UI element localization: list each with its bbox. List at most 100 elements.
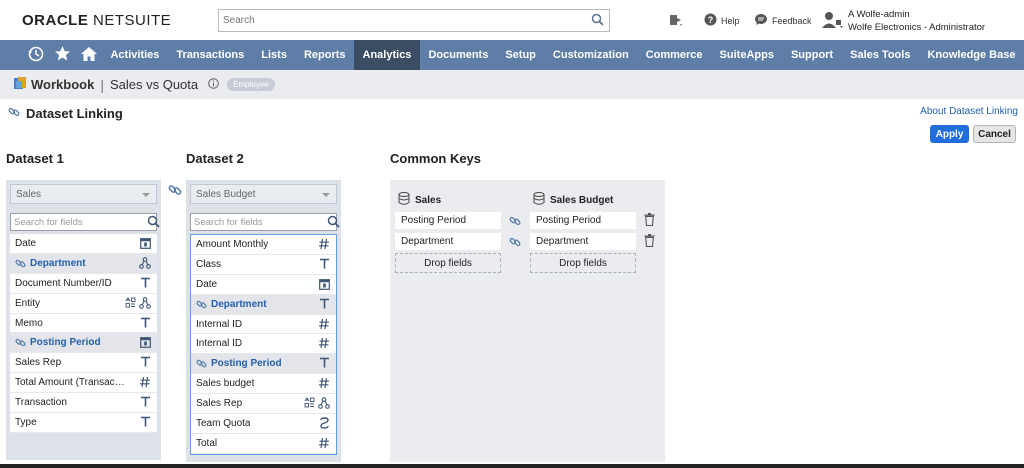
field-row[interactable]: Sales Rep [10, 353, 157, 374]
search-icon[interactable] [591, 13, 604, 29]
dataset-1-panel: Sales Search for fields Date Department Do… [6, 180, 161, 460]
dataset-2-field-list: Amount Monthly Class Date Department Interna… [190, 234, 337, 455]
field-row[interactable]: Memo [10, 313, 157, 334]
key-right-field[interactable]: Department [530, 233, 636, 250]
trash-icon[interactable] [644, 213, 655, 229]
field-row[interactable]: Entity [10, 293, 157, 314]
database-icon [533, 192, 545, 208]
field-label: Total Amount (Transaction... [15, 377, 127, 389]
workbook-icon [13, 76, 27, 93]
field-row[interactable]: Total Amount (Transaction... [10, 373, 157, 394]
field-row[interactable]: Sales budget [191, 374, 336, 395]
text-type-icon [319, 258, 330, 269]
dataset-2-field-search[interactable]: Search for fields [190, 213, 345, 231]
calendar-icon [140, 336, 151, 349]
field-row[interactable]: Date [10, 234, 157, 254]
info-icon[interactable] [208, 77, 219, 92]
search-icon[interactable] [147, 215, 160, 231]
drop-zone-right[interactable]: Drop fields [530, 253, 636, 273]
field-label: Transaction [15, 397, 67, 409]
trash-icon[interactable] [644, 234, 655, 250]
field-row[interactable]: Type [10, 413, 157, 433]
dataset-1-select[interactable]: Sales [10, 184, 157, 204]
text-type-icon [140, 416, 151, 427]
recent-records-menu[interactable] [668, 13, 684, 29]
number-icon [318, 377, 330, 389]
dataset-2-search-input[interactable]: Search for fields [190, 213, 337, 231]
nav-activities[interactable]: Activities [102, 40, 168, 70]
field-row[interactable]: Internal ID [191, 314, 336, 335]
nav-home[interactable] [76, 40, 102, 70]
text-type-icon [140, 317, 151, 328]
user-info[interactable]: A Wolfe-admin Wolfe Electronics - Admini… [848, 8, 985, 34]
help-label: Help [721, 15, 740, 26]
dataset-1-field-search[interactable]: Search for fields [10, 213, 165, 231]
field-row[interactable]: Amount Monthly [191, 235, 336, 255]
field-label: Type [15, 416, 37, 428]
nav-commerce[interactable]: Commerce [637, 40, 711, 70]
home-icon [80, 46, 98, 65]
field-row[interactable]: Department [10, 253, 157, 274]
field-row[interactable]: Sales Rep [191, 394, 336, 415]
link-icon [15, 258, 30, 269]
nav-customization[interactable]: Customization [544, 40, 637, 70]
key-left-field[interactable]: Department [395, 233, 501, 250]
nav-documents[interactable]: Documents [420, 40, 497, 70]
field-label: Sales Rep [196, 398, 243, 410]
field-row[interactable]: Date [191, 274, 336, 295]
nav-recent[interactable] [23, 40, 49, 70]
field-row[interactable]: Document Number/ID [10, 273, 157, 294]
about-dataset-linking-link[interactable]: About Dataset Linking [920, 106, 1018, 117]
key-right-field[interactable]: Posting Period [530, 212, 636, 229]
nav-knowledge-base[interactable]: Knowledge Base [919, 40, 1024, 70]
field-row[interactable]: Total [191, 433, 336, 454]
nav-transactions[interactable]: Transactions [168, 40, 253, 70]
field-row[interactable]: Department [191, 294, 336, 315]
nav-shortcuts[interactable] [49, 40, 75, 70]
field-row[interactable]: Class [191, 254, 336, 275]
nav-sales-tools[interactable]: Sales Tools [842, 40, 919, 70]
link-icon [509, 236, 521, 251]
field-row[interactable]: Internal ID [191, 334, 336, 355]
field-row[interactable]: Posting Period [10, 333, 157, 354]
nav-analytics[interactable]: Analytics [354, 40, 420, 70]
feedback-link[interactable]: Feedback [754, 13, 812, 28]
currency-icon [319, 417, 330, 429]
common-keys-header: Common Keys [390, 151, 482, 166]
cancel-button[interactable]: Cancel [973, 125, 1016, 143]
link-icon [8, 106, 20, 121]
nav-setup[interactable]: Setup [497, 40, 545, 70]
search-icon[interactable] [327, 215, 340, 231]
dataset-1-search-input[interactable]: Search for fields [10, 213, 157, 231]
recent-records-icon [668, 13, 684, 29]
netsuite-logo[interactable]: ORACLE NETSUITE [22, 12, 171, 29]
field-label: Document Number/ID [15, 277, 112, 289]
global-search-input[interactable] [219, 10, 579, 31]
number-icon [318, 318, 330, 330]
workbook-name[interactable]: Sales vs Quota [110, 77, 198, 92]
nav-lists[interactable]: Lists [253, 40, 296, 70]
chevron-down-icon [142, 193, 150, 197]
field-row[interactable]: Transaction [10, 393, 157, 414]
title-separator: | [100, 76, 104, 93]
nav-reports[interactable]: Reports [295, 40, 354, 70]
help-link[interactable]: ? Help [704, 13, 740, 28]
key-left-field[interactable]: Posting Period [395, 212, 501, 229]
nav-support[interactable]: Support [782, 40, 841, 70]
text-type-icon [140, 356, 151, 367]
user-menu-icon[interactable] [821, 11, 845, 29]
field-row[interactable]: Team Quota [191, 414, 336, 434]
window-bottom-edge [0, 464, 1024, 468]
field-label: Date [196, 278, 218, 290]
global-search[interactable] [218, 9, 610, 32]
apply-button[interactable]: Apply [930, 125, 969, 143]
dataset-2-select[interactable]: Sales Budget [190, 184, 337, 204]
help-icon: ? [704, 13, 717, 28]
dataset-2-header: Dataset 2 [186, 151, 244, 166]
number-icon [139, 376, 151, 388]
drop-zone-left[interactable]: Drop fields [395, 253, 501, 273]
audience-badge: Employee [227, 78, 275, 91]
field-label: Total [196, 437, 218, 449]
nav-suiteapps[interactable]: SuiteApps [711, 40, 782, 70]
field-row[interactable]: Posting Period [191, 354, 336, 375]
